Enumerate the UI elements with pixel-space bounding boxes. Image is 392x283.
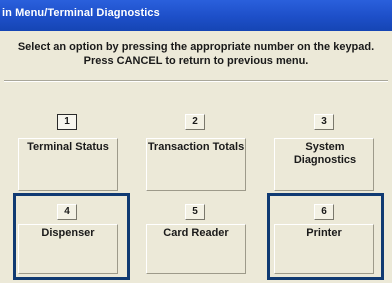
window-title: in Menu/Terminal Diagnostics bbox=[2, 7, 160, 19]
option-system-diagnostics[interactable]: System Diagnostics bbox=[274, 138, 374, 191]
option-1-number[interactable]: 1 bbox=[57, 114, 77, 130]
instruction-line-1: Select an option by pressing the appropr… bbox=[17, 41, 375, 53]
option-transaction-totals[interactable]: Transaction Totals bbox=[146, 138, 246, 191]
option-terminal-status[interactable]: Terminal Status bbox=[18, 138, 118, 191]
option-6-number[interactable]: 6 bbox=[314, 204, 334, 220]
option-3-number[interactable]: 3 bbox=[314, 114, 334, 130]
option-4-number[interactable]: 4 bbox=[57, 204, 77, 220]
instructions: Select an option by pressing the appropr… bbox=[0, 40, 392, 68]
option-1-label: Terminal Status bbox=[27, 141, 109, 153]
option-3-label: System Diagnostics bbox=[293, 141, 357, 166]
option-2-number[interactable]: 2 bbox=[185, 114, 205, 130]
option-6-label: Printer bbox=[306, 227, 342, 239]
option-dispenser[interactable]: Dispenser bbox=[18, 224, 118, 274]
option-printer[interactable]: Printer bbox=[274, 224, 374, 274]
option-5-number[interactable]: 5 bbox=[185, 204, 205, 220]
option-2-label: Transaction Totals bbox=[147, 141, 245, 153]
title-bar: in Menu/Terminal Diagnostics bbox=[0, 0, 392, 31]
separator bbox=[4, 80, 388, 82]
option-5-label: Card Reader bbox=[163, 227, 229, 239]
option-card-reader[interactable]: Card Reader bbox=[146, 224, 246, 274]
option-4-label: Dispenser bbox=[41, 227, 95, 239]
instruction-line-2: Press CANCEL to return to previous menu. bbox=[83, 55, 309, 67]
